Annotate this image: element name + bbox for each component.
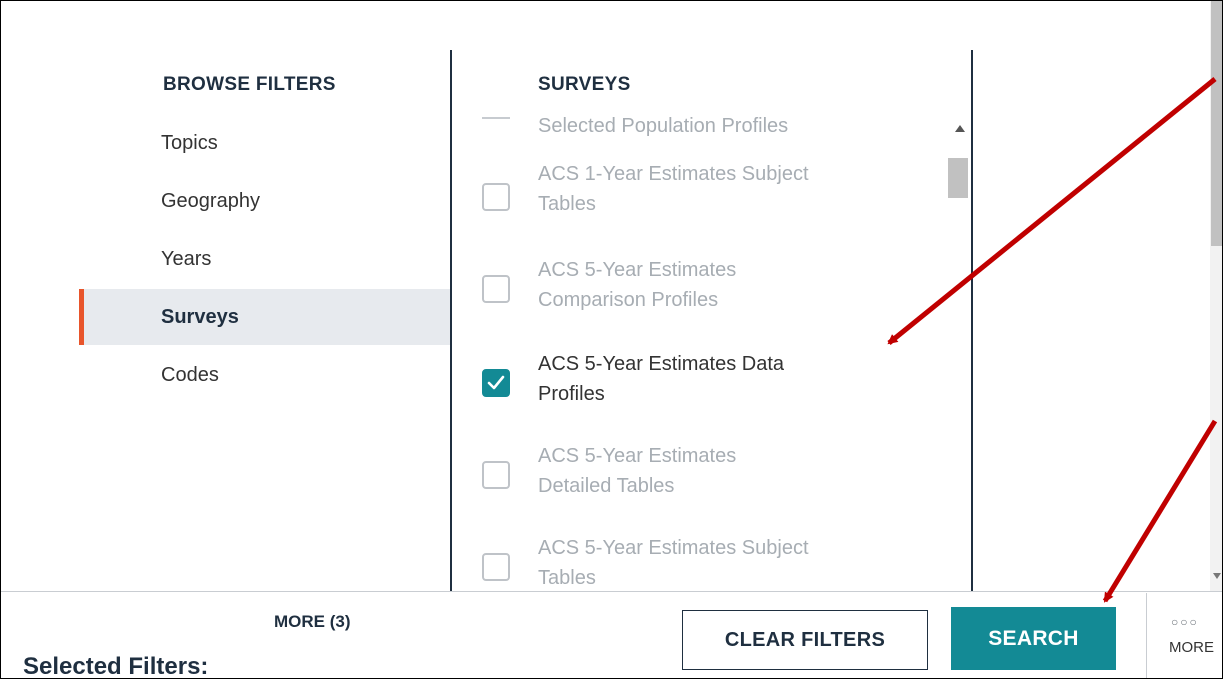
- browse-filters-heading: BROWSE FILTERS: [163, 74, 336, 95]
- footer-divider: [1146, 593, 1147, 678]
- survey-label: ACS 5-Year Estimates Data Profiles: [538, 349, 928, 409]
- nav-item-geography[interactable]: Geography: [79, 173, 450, 229]
- survey-label: ACS 5-Year Estimates Subject Tables: [538, 533, 928, 593]
- nav-item-surveys[interactable]: Surveys: [79, 289, 450, 345]
- check-icon: [487, 375, 505, 390]
- arrow-down-icon[interactable]: [1213, 573, 1221, 579]
- survey-checkbox-checked[interactable]: [482, 369, 510, 397]
- survey-checkbox[interactable]: [482, 461, 510, 489]
- nav-item-topics[interactable]: Topics: [79, 115, 450, 171]
- survey-label-line2: Detailed Tables: [538, 475, 675, 497]
- survey-label-line1: ACS 5-Year Estimates: [538, 259, 737, 281]
- clear-filters-button[interactable]: CLEAR FILTERS: [682, 610, 928, 670]
- survey-checkbox[interactable]: [482, 275, 510, 303]
- survey-label-line1: ACS 5-Year Estimates: [538, 445, 737, 467]
- search-button[interactable]: SEARCH: [951, 607, 1116, 670]
- survey-label-line2: Tables: [538, 193, 596, 215]
- survey-label-line1: ACS 5-Year Estimates Data: [538, 353, 785, 375]
- column-divider-left: [450, 50, 452, 591]
- selected-filters-label: Selected Filters:: [23, 653, 209, 679]
- more-dots-icon[interactable]: ○○○: [1171, 615, 1199, 629]
- survey-checkbox[interactable]: [482, 553, 510, 581]
- column-divider-right: [971, 50, 973, 591]
- survey-label: ACS 5-Year Estimates Detailed Tables: [538, 441, 928, 501]
- annotation-arrow-to-search: [1102, 419, 1218, 603]
- survey-checkbox[interactable]: [482, 183, 510, 211]
- checkbox-partial[interactable]: [482, 117, 510, 119]
- more-filters-link[interactable]: MORE (3): [274, 612, 351, 632]
- nav-item-years[interactable]: Years: [79, 231, 450, 287]
- survey-label: Selected Population Profiles: [538, 115, 789, 137]
- survey-label: ACS 5-Year Estimates Comparison Profiles: [538, 255, 928, 315]
- survey-label-line2: Tables: [538, 567, 596, 589]
- filter-panel: BROWSE FILTERS Topics Geography Years Su…: [0, 0, 1223, 679]
- survey-label-line2: Profiles: [538, 383, 605, 405]
- surveys-heading: SURVEYS: [538, 74, 631, 95]
- survey-list[interactable]: Selected Population Profiles ACS 1-Year …: [466, 113, 944, 593]
- survey-label-line1: ACS 1-Year Estimates Subject: [538, 163, 809, 185]
- survey-label-line1: ACS 5-Year Estimates Subject: [538, 537, 809, 559]
- survey-list-scroll-thumb[interactable]: [948, 158, 968, 198]
- survey-label: ACS 1-Year Estimates Subject Tables: [538, 159, 928, 219]
- nav-item-codes[interactable]: Codes: [79, 347, 450, 403]
- arrow-up-icon[interactable]: [955, 125, 965, 132]
- more-button-label[interactable]: MORE: [1169, 639, 1214, 656]
- page-scroll-thumb[interactable]: [1211, 1, 1222, 246]
- survey-label-line2: Comparison Profiles: [538, 289, 719, 311]
